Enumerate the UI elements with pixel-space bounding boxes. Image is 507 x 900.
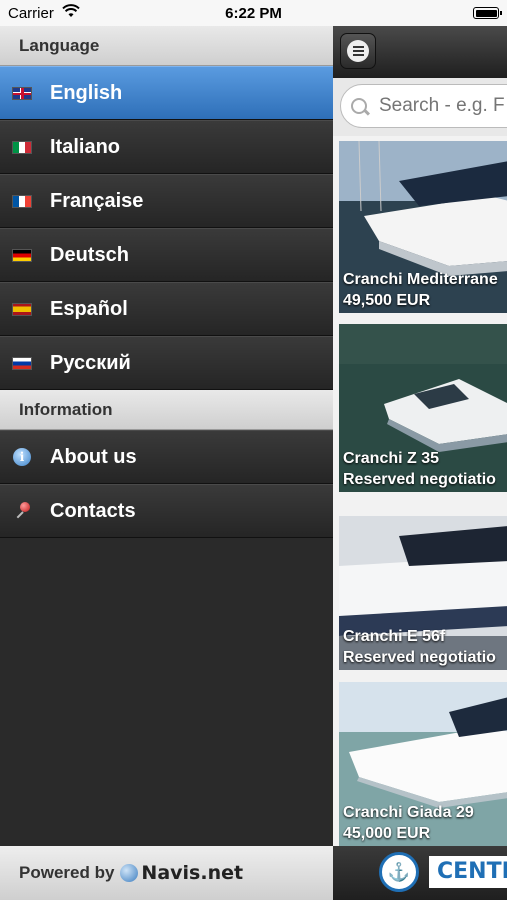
italy-flag-icon	[12, 140, 32, 154]
hamburger-icon	[347, 40, 369, 62]
menu-item-label: Italiano	[50, 135, 121, 158]
main-content: Cranchi Mediterrane 49,500 EUR Cranchi Z…	[333, 26, 507, 900]
listing-price: Reserved negotiatio	[343, 471, 496, 488]
listing-card[interactable]: Cranchi E 56f Reserved negotiatio	[339, 516, 507, 670]
listing-card[interactable]: Cranchi Z 35 Reserved negotiatio	[339, 324, 507, 492]
menu-item-label: Русский	[50, 351, 131, 374]
menu-item-espanol[interactable]: Español	[0, 282, 333, 336]
menu-item-label: English	[50, 81, 123, 104]
france-flag-icon	[12, 194, 32, 208]
clock: 6:22 PM	[225, 5, 282, 22]
search-input[interactable]	[377, 94, 507, 118]
navis-logo: Navis.net	[120, 862, 243, 884]
side-menu: Language English Italiano Française Deut…	[0, 26, 333, 846]
status-bar: Carrier 6:22 PM	[0, 0, 507, 26]
listing-caption: Cranchi Z 35 Reserved negotiatio	[343, 448, 496, 490]
top-bar	[333, 26, 507, 78]
listing-title: Cranchi Mediterrane	[343, 271, 498, 288]
search-field[interactable]	[340, 84, 507, 128]
menu-item-english[interactable]: English	[0, 66, 333, 120]
listing-title: Cranchi E 56f	[343, 628, 446, 645]
russia-flag-icon	[12, 356, 32, 370]
menu-item-label: Deutsch	[50, 243, 129, 266]
menu-item-contacts[interactable]: Contacts	[0, 484, 333, 538]
listing-price: 45,000 EUR	[343, 825, 431, 842]
listing-caption: Cranchi Giada 29 45,000 EUR	[343, 802, 474, 844]
powered-by-footer[interactable]: Powered by Navis.net	[0, 846, 333, 900]
menu-item-francaise[interactable]: Française	[0, 174, 333, 228]
navis-brand-text: Navis.net	[141, 862, 244, 884]
uk-flag-icon	[12, 86, 32, 100]
listing-title: Cranchi Giada 29	[343, 804, 474, 821]
menu-item-label: Française	[50, 189, 144, 212]
listing-price: 49,500 EUR	[343, 292, 431, 309]
bottom-brand-bar[interactable]: CENTR	[333, 846, 507, 900]
brand-text: CENTR	[429, 856, 507, 888]
search-icon	[351, 98, 367, 114]
menu-item-deutsch[interactable]: Deutsch	[0, 228, 333, 282]
spain-flag-icon	[12, 302, 32, 316]
listing-price: Reserved negotiatio	[343, 649, 496, 666]
menu-item-label: Contacts	[50, 499, 136, 522]
globe-icon	[120, 864, 139, 882]
menu-item-italiano[interactable]: Italiano	[0, 120, 333, 174]
menu-item-label: Español	[50, 297, 128, 320]
menu-button[interactable]	[340, 33, 376, 69]
listing-card[interactable]: Cranchi Giada 29 45,000 EUR	[339, 682, 507, 846]
pin-icon	[12, 501, 32, 521]
listing-caption: Cranchi E 56f Reserved negotiatio	[343, 626, 496, 668]
battery-icon	[473, 7, 502, 19]
search-bar	[333, 78, 507, 136]
powered-by-label: Powered by	[19, 863, 115, 882]
listing-caption: Cranchi Mediterrane 49,500 EUR	[343, 269, 498, 311]
listing-card[interactable]: Cranchi Mediterrane 49,500 EUR	[339, 141, 507, 313]
anchor-logo-icon	[379, 852, 419, 892]
germany-flag-icon	[12, 248, 32, 262]
menu-item-about-us[interactable]: i About us	[0, 430, 333, 484]
information-section-header: Information	[0, 390, 333, 430]
language-section-header: Language	[0, 26, 333, 66]
listing-title: Cranchi Z 35	[343, 450, 440, 467]
info-icon: i	[12, 447, 32, 467]
menu-item-russian[interactable]: Русский	[0, 336, 333, 390]
menu-item-label: About us	[50, 445, 137, 468]
